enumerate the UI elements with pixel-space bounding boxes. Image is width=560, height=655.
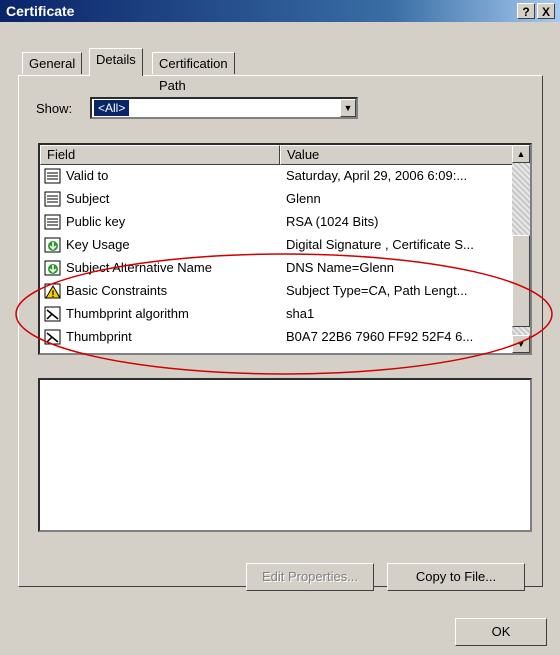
close-button[interactable]: X: [537, 3, 555, 19]
title-bar: Certificate ? X: [0, 0, 560, 22]
document-icon: [44, 167, 62, 185]
scroll-thumb[interactable]: [512, 235, 530, 327]
field-value: Digital Signature , Certificate S...: [286, 237, 474, 252]
scroll-down-button[interactable]: ▼: [512, 335, 530, 353]
field-list[interactable]: Field Value Valid to Saturday, April 29, …: [38, 143, 532, 355]
field-name: Valid to: [66, 168, 109, 183]
field-name: Subject: [66, 191, 110, 206]
table-row[interactable]: Key Usage Digital Signature , Certificate…: [40, 234, 514, 257]
show-dropdown-value: <All>: [94, 100, 130, 116]
field-value: RSA (1024 Bits): [286, 214, 379, 229]
table-row[interactable]: Thumbprint B0A7 22B6 7960 FF92 52F4 6...: [40, 326, 514, 349]
ok-button[interactable]: OK: [455, 618, 547, 646]
column-header-value[interactable]: Value: [280, 145, 514, 165]
table-row[interactable]: ! Basic Constraints Subject Type=CA, Path …: [40, 280, 514, 303]
chevron-down-icon[interactable]: ▼: [340, 99, 356, 117]
table-row[interactable]: Subject Glenn: [40, 188, 514, 211]
field-name: Key Usage: [66, 237, 130, 252]
field-detail-box[interactable]: [38, 378, 532, 532]
column-header-field[interactable]: Field: [40, 145, 280, 165]
table-row[interactable]: Subject Alternative Name DNS Name=Glenn: [40, 257, 514, 280]
field-value: Saturday, April 29, 2006 6:09:...: [286, 168, 468, 183]
tab-general[interactable]: General: [22, 52, 83, 74]
critical-extension-icon: !: [44, 282, 62, 300]
field-name: Thumbprint: [66, 329, 132, 344]
window-title: Certificate: [6, 3, 75, 19]
document-icon: [44, 213, 62, 231]
field-name: Subject Alternative Name: [66, 260, 212, 275]
table-row[interactable]: Valid to Saturday, April 29, 2006 6:09:..…: [40, 165, 514, 188]
field-name: Thumbprint algorithm: [66, 306, 189, 321]
field-value: sha1: [286, 306, 315, 321]
scroll-up-button[interactable]: ▲: [512, 145, 530, 163]
help-button[interactable]: ?: [517, 3, 535, 19]
property-icon: [44, 328, 62, 346]
document-icon: [44, 190, 62, 208]
list-scrollbar[interactable]: ▲ ▼: [512, 145, 530, 353]
property-icon: [44, 305, 62, 323]
table-row[interactable]: Public key RSA (1024 Bits): [40, 211, 514, 234]
tab-certification-path[interactable]: Certification Path: [152, 52, 235, 93]
svg-text:!: !: [52, 289, 55, 299]
table-row[interactable]: Thumbprint algorithm sha1: [40, 303, 514, 326]
copy-to-file-button[interactable]: Copy to File...: [387, 563, 525, 591]
list-header: Field Value: [40, 145, 514, 165]
edit-properties-button[interactable]: Edit Properties...: [246, 563, 374, 591]
field-name: Public key: [66, 214, 126, 229]
field-name: Basic Constraints: [66, 283, 168, 298]
tab-details[interactable]: Details: [89, 48, 143, 76]
field-value: Subject Type=CA, Path Lengt...: [286, 283, 468, 298]
extension-icon: [44, 259, 62, 277]
show-label: Show:: [36, 101, 73, 116]
field-value: DNS Name=Glenn: [286, 260, 395, 275]
extension-icon: [44, 236, 62, 254]
field-value: Glenn: [286, 191, 321, 206]
field-value: B0A7 22B6 7960 FF92 52F4 6...: [286, 329, 474, 344]
show-dropdown[interactable]: <All> ▼: [90, 97, 358, 119]
